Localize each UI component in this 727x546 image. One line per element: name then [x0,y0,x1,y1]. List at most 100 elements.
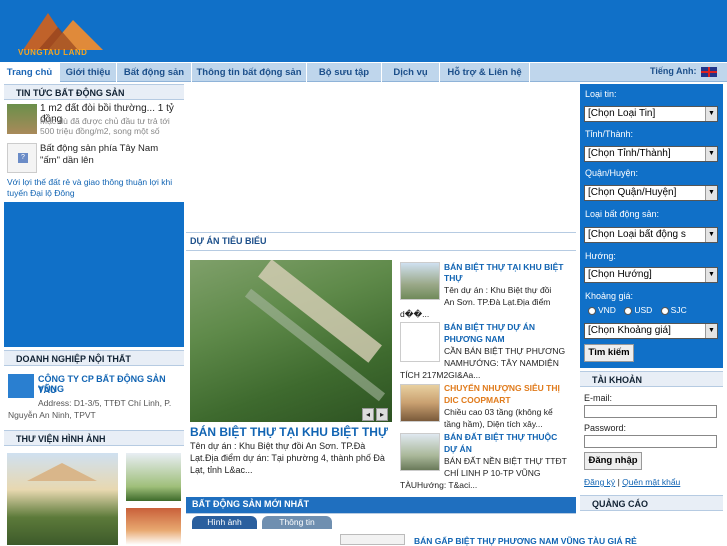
project-4-desc3: TÀUHướng: T&aci... [400,480,478,490]
project-3-title1[interactable]: CHUYỂN NHƯỢNG SIÊU THỊ [444,383,569,394]
newest-divider [186,513,576,514]
news-title-text: TIN TỨC BẤT ĐỘNG SẢN [16,88,125,98]
project-1-title2[interactable]: THỰ [444,273,569,284]
tab-info[interactable]: Thông tin [262,516,332,529]
gia-value: [Chọn Khoảng giá] [588,325,671,336]
loai-bds-select[interactable]: [Chọn Loại bất động s ▼ [584,227,718,243]
gallery-title-text: THƯ VIỆN HÌNH ẢNH [16,434,106,444]
loai-tin-label: Loại tin: [585,89,617,99]
news-item-3-line1[interactable]: Với lợi thế đất rẻ và giao thông thuận l… [7,177,187,187]
ads-title-text: QUẢNG CÁO [592,499,648,509]
nav-item-home[interactable]: Trang chủ [0,63,60,82]
project-1-desc1: Tên dự án : Khu Biệt thự đồi [444,285,552,295]
slider-prev-icon[interactable]: ◂ [362,408,374,421]
radio-usd[interactable] [624,306,633,315]
project-3-desc1: Chiều cao 03 tầng (không kể [444,407,553,417]
tinh-value: [Chọn Tỉnh/Thành] [588,148,671,159]
projects-top-divider [186,232,576,233]
quan-value: [Chọn Quận/Huyện] [588,187,677,198]
slider-next-icon[interactable]: ▸ [376,408,388,421]
currency-vnd-label: VND [598,305,616,315]
forgot-password-link[interactable]: Quên mật khẩu [622,477,680,487]
projects-section-title: DỰ ÁN TIÊU BIỂU [190,236,267,246]
news-section-title: TIN TỨC BẤT ĐỘNG SẢN [4,84,184,100]
tinh-select[interactable]: [Chọn Tỉnh/Thành] ▼ [584,146,718,162]
links-separator: | [617,477,620,487]
gia-select[interactable]: [Chọn Khoảng giá] ▼ [584,323,718,339]
nav-item-services[interactable]: Dịch vụ [382,63,440,82]
project-2-desc1: CẦN BÁN BIỆT THỰ PHƯƠNG [444,346,566,356]
company-address-line2: Nguyễn An Ninh, TPVT [8,410,96,420]
newest-title-bar: BẤT ĐỘNG SẢN MỚI NHẤT [186,497,576,513]
nav-item-real-estate[interactable]: Bất động sản [117,63,192,82]
project-thumb-4[interactable] [400,433,440,471]
email-label: E-mail: [584,393,613,403]
gallery-image-1[interactable] [7,453,118,545]
nav-item-collection[interactable]: Bộ sưu tập [307,63,382,82]
password-field[interactable] [584,435,717,448]
company-address-line1: Address: D1-3/5, TTĐT Chí Linh, P. [38,398,172,408]
project-thumb-1[interactable] [400,262,440,300]
project-2-desc2: NAMHƯỚNG: TÂY NAMDIỆN [444,358,559,368]
quan-select[interactable]: [Chọn Quận/Huyện] ▼ [584,185,718,201]
project-2-title1[interactable]: BÁN BIỆT THỰ DỰ ÁN [444,322,569,333]
radio-sjc[interactable] [660,306,669,315]
loai-bds-value: [Chọn Loại bất động s [588,229,686,240]
tab-images[interactable]: Hình ảnh [192,516,257,529]
uk-flag-icon[interactable] [701,66,718,77]
project-1-desc2: An Sơn. TP.Đà Lạt.Địa điểm [444,297,551,307]
chevron-down-icon: ▼ [705,228,717,242]
language-switch: Tiếng Anh: [650,62,718,82]
news-thumb-2[interactable]: ? [7,143,37,173]
main-nav: Trang chủ Giới thiệu Bất động sản Thông … [0,62,727,82]
tinh-label: Tỉnh/Thành: [585,129,634,139]
quan-label: Quận/Huyện: [585,168,639,178]
login-button[interactable]: Đăng nhập [584,452,642,470]
loai-bds-label: Loại bất động sản: [585,209,660,219]
project-4-title2[interactable]: DỰ ÁN [444,444,569,455]
company-name-line2[interactable]: TÀU [38,385,183,395]
chevron-down-icon: ▼ [705,268,717,282]
currency-radios: VND USD SJC [588,305,687,315]
account-links: Đăng ký | Quên mật khẩu [584,477,680,487]
featured-project-title[interactable]: BÁN BIỆT THỰ TẠI KHU BIỆT THỰ [190,425,394,439]
news-item-2-title[interactable]: Bất động sản phía Tây Nam "ấm" dần lên [40,143,178,167]
register-link[interactable]: Đăng ký [584,477,615,487]
newest-item-thumb[interactable] [340,534,405,545]
loai-tin-select[interactable]: [Chọn Loại Tin] ▼ [584,106,718,122]
projects-title-divider [186,250,576,251]
email-field[interactable] [584,405,717,418]
company-logo-icon[interactable] [8,374,34,398]
project-thumb-2[interactable] [400,322,440,362]
gallery-image-2[interactable] [126,453,181,501]
nav-item-support-contact[interactable]: Hỗ trợ & Liên hệ [440,63,530,82]
chevron-down-icon: ▼ [705,324,717,338]
search-button[interactable]: Tìm kiếm [584,344,634,362]
project-4-title1[interactable]: BÁN ĐẤT BIỆT THỰ THUỘC [444,432,569,443]
news-thumb-1[interactable] [7,104,37,134]
password-label: Password: [584,423,627,433]
huong-select[interactable]: [Chọn Hướng] ▼ [584,267,718,283]
nav-item-about[interactable]: Giới thiệu [60,63,117,82]
featured-project-image[interactable] [190,260,392,422]
radio-vnd[interactable] [588,306,596,315]
left-blue-panel [4,202,184,347]
chevron-down-icon: ▼ [705,107,717,121]
featured-project-desc2: Lạt.Địa điểm dự án: Tại phường 4, thành … [190,453,385,463]
company-section-title: DOANH NGHIỆP NỘI THẤT [4,350,184,366]
project-thumb-3[interactable] [400,384,440,422]
news-item-3-line2[interactable]: tuyến Đại lộ Đông [7,188,187,198]
project-3-title2[interactable]: DIC COOPMART [444,395,569,406]
featured-project-desc3: Lạt, tỉnh L&ac... [190,465,253,475]
huong-label: Hướng: [585,251,616,261]
nav-item-real-estate-info[interactable]: Thông tin bất động sản [192,63,307,82]
project-2-desc3: TÍCH 217M2GI&Aa... [400,370,481,380]
project-2-title2[interactable]: PHƯƠNG NAM [444,334,569,345]
site-header [0,0,727,62]
project-4-desc1: BÁN ĐẤT NỀN BIỆT THỰ TTĐT [444,456,567,466]
ads-section-title: QUẢNG CÁO [580,495,723,511]
gallery-image-3[interactable] [126,508,181,545]
missing-image-icon: ? [18,153,28,163]
gia-label: Khoảng giá: [585,291,634,301]
project-1-title1[interactable]: BÁN BIỆT THỰ TẠI KHU BIỆT [444,262,569,273]
